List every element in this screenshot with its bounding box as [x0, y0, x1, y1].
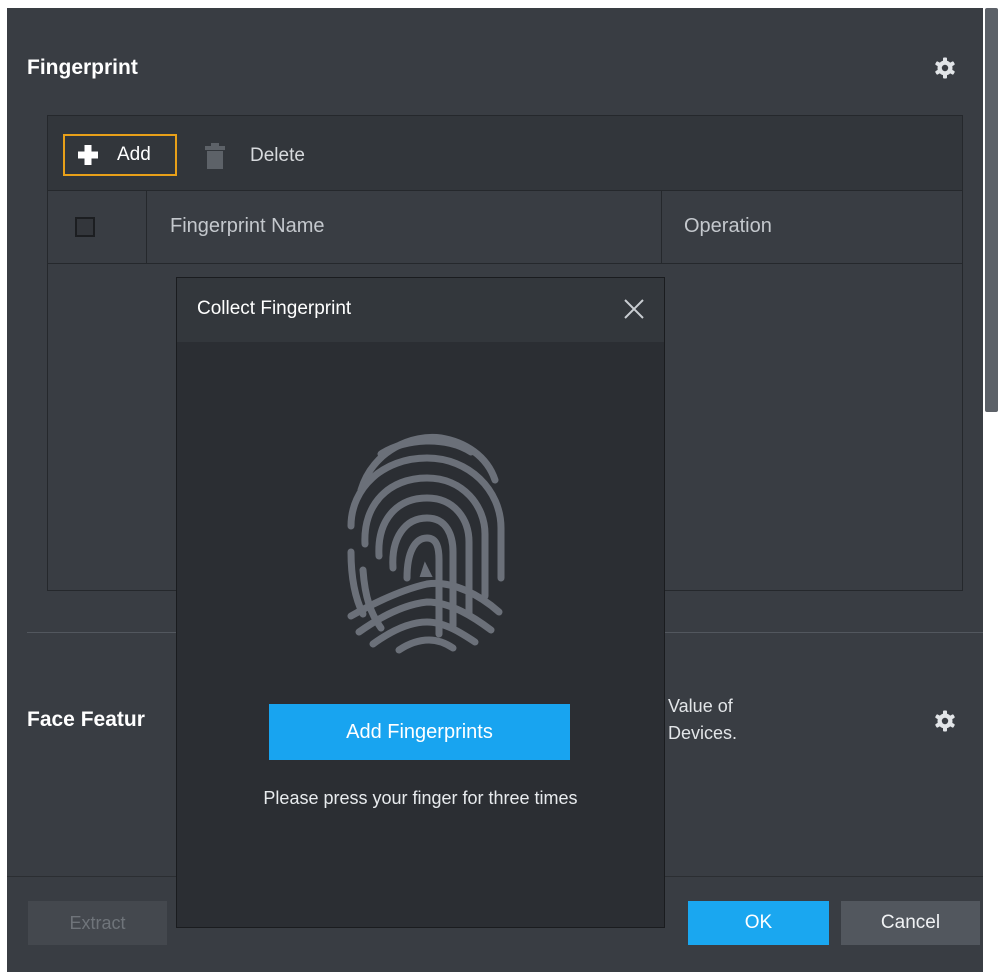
table-toolbar: Add Delete [48, 116, 962, 191]
fingerprint-instruction: Please press your finger for three times [263, 788, 578, 808]
fingerprint-section-title: Fingerprint [27, 56, 138, 79]
delete-button[interactable]: Delete [204, 136, 305, 176]
cancel-button[interactable]: Cancel [841, 901, 980, 945]
modal-header: Collect Fingerprint [177, 278, 664, 342]
column-header-fingerprint-name[interactable]: Fingerprint Name [170, 215, 325, 238]
scrollbar[interactable] [985, 8, 998, 412]
column-header-operation[interactable]: Operation [684, 215, 772, 238]
face-feature-hint: Value of Devices. [668, 693, 737, 747]
plus-icon [78, 145, 98, 165]
collect-fingerprint-modal: Collect Fingerprint Add Fingerprints Ple… [176, 277, 665, 928]
column-separator [146, 191, 147, 263]
add-button-label: Add [117, 144, 151, 165]
add-button[interactable]: Add [63, 134, 177, 176]
add-fingerprints-button[interactable]: Add Fingerprints [269, 704, 570, 760]
face-feature-section-title: Face Featur [27, 708, 145, 731]
ok-button[interactable]: OK [688, 901, 829, 945]
extract-button[interactable]: Extract [28, 901, 167, 945]
delete-button-label: Delete [250, 145, 305, 166]
modal-title: Collect Fingerprint [197, 298, 352, 319]
close-icon[interactable] [621, 296, 647, 322]
column-separator [661, 191, 662, 263]
fingerprint-icon [347, 433, 505, 654]
hint-line: Value of [668, 696, 733, 716]
trash-icon [205, 143, 225, 169]
hint-line: Devices. [668, 723, 738, 743]
select-all-checkbox[interactable] [75, 217, 95, 237]
gear-icon[interactable] [933, 709, 957, 733]
table-header-row: Fingerprint Name Operation [48, 191, 962, 264]
gear-icon[interactable] [933, 56, 957, 80]
